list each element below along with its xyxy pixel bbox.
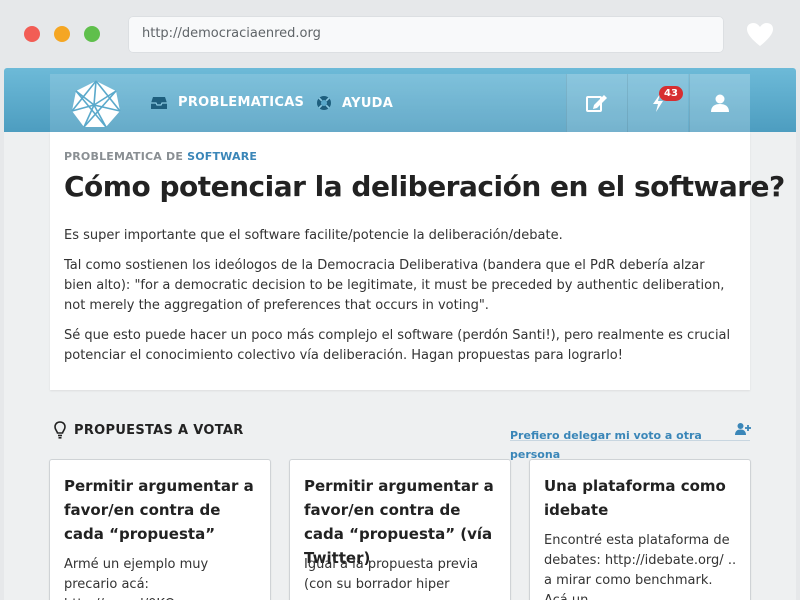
lifebuoy-icon bbox=[317, 96, 331, 110]
nav-problematicas-label: PROBLEMATICAS bbox=[178, 95, 305, 110]
delegate-vote-label: Prefiero delegar mi voto a otra persona bbox=[510, 429, 702, 461]
page-title: Cómo potenciar la deliberación en el sof… bbox=[64, 170, 785, 203]
lightbulb-icon bbox=[54, 421, 66, 439]
heart-icon[interactable] bbox=[746, 22, 774, 48]
proposal-card[interactable]: Una plataforma como idebate Encontré est… bbox=[529, 459, 751, 600]
nav-ayuda-label: AYUDA bbox=[342, 95, 394, 111]
proposal-excerpt: Armé un ejemplo muy precario acá: http:/… bbox=[64, 557, 209, 600]
proposal-card[interactable]: Permitir argumentar a favor/en contra de… bbox=[49, 459, 271, 600]
address-bar[interactable]: http://democraciaenred.org bbox=[128, 16, 724, 53]
breadcrumb-category-link[interactable]: SOFTWARE bbox=[187, 150, 257, 163]
topic-paragraph: Es super importante que el software faci… bbox=[64, 228, 563, 243]
logo-icon[interactable] bbox=[70, 79, 122, 129]
proposal-excerpt: Encontré esta plataforma de debates: htt… bbox=[544, 533, 737, 600]
proposal-card[interactable]: Permitir argumentar a favor/en contra de… bbox=[289, 459, 511, 600]
proposal-title[interactable]: Permitir argumentar a favor/en contra de… bbox=[64, 474, 260, 546]
add-user-icon bbox=[735, 423, 751, 435]
browser-chrome: http://democraciaenred.org bbox=[0, 0, 800, 68]
address-bar-url: http://democraciaenred.org bbox=[142, 26, 321, 41]
proposals-heading: PROPUESTAS A VOTAR bbox=[74, 423, 244, 438]
close-window-button[interactable] bbox=[24, 26, 40, 42]
user-menu-button[interactable] bbox=[689, 74, 750, 132]
delegate-vote-link[interactable]: Prefiero delegar mi voto a otra persona bbox=[510, 423, 751, 461]
proposal-title[interactable]: Una plataforma como idebate bbox=[544, 474, 740, 522]
topic-card: PROBLEMATICA DE SOFTWARE Cómo potenciar … bbox=[50, 132, 785, 390]
user-icon bbox=[711, 94, 729, 112]
new-topic-button[interactable] bbox=[566, 74, 627, 132]
notifications-button[interactable]: 43 bbox=[627, 74, 688, 132]
nav-ayuda[interactable]: AYUDA bbox=[316, 95, 393, 111]
proposal-excerpt: Igual a la propuesta previa (con su borr… bbox=[304, 557, 479, 592]
topic-paragraph: Tal como sostienen los ideólogos de la D… bbox=[64, 258, 725, 313]
page-viewport: PROBLEMATICAS AYUDA 43 PROBLEMATICA DE S… bbox=[4, 68, 796, 600]
main-nav: PROBLEMATICAS AYUDA 43 bbox=[50, 74, 750, 132]
inbox-icon bbox=[151, 96, 167, 109]
nav-problematicas[interactable]: PROBLEMATICAS bbox=[150, 95, 304, 110]
topic-paragraph: Sé que esto puede hacer un poco más comp… bbox=[64, 328, 731, 363]
notifications-badge: 43 bbox=[659, 86, 683, 101]
breadcrumb: PROBLEMATICA DE SOFTWARE bbox=[64, 150, 257, 163]
minimize-window-button[interactable] bbox=[54, 26, 70, 42]
breadcrumb-prefix: PROBLEMATICA DE bbox=[64, 150, 188, 163]
edit-icon bbox=[586, 95, 607, 112]
site-header: PROBLEMATICAS AYUDA 43 bbox=[4, 68, 796, 132]
topic-body: Es super importante que el software faci… bbox=[64, 226, 736, 376]
maximize-window-button[interactable] bbox=[84, 26, 100, 42]
